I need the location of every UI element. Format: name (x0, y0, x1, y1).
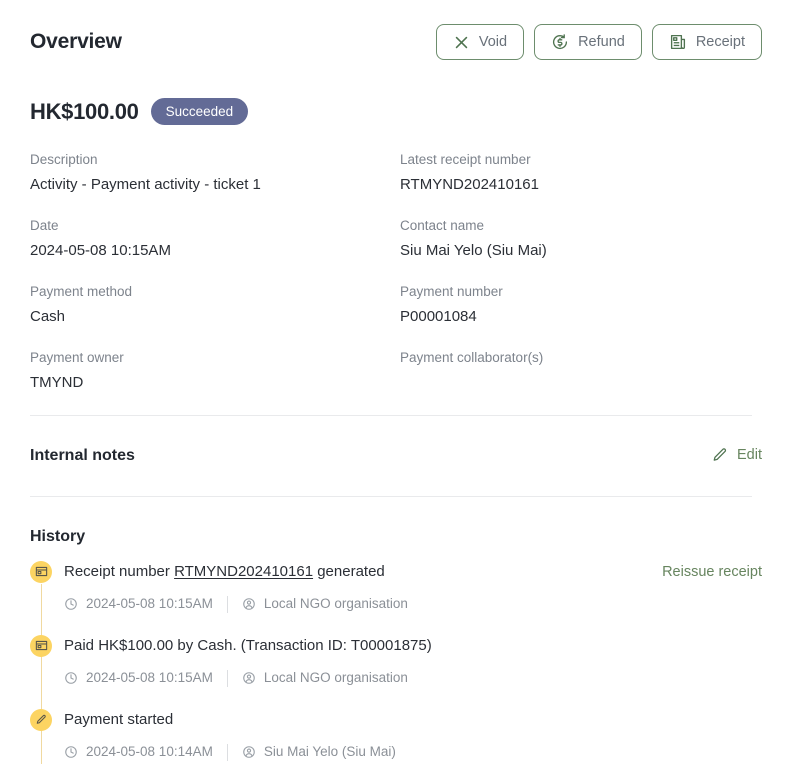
field-label: Payment method (30, 283, 133, 299)
field-payment-number: Payment number P00001084 (400, 283, 762, 349)
receipt-card-icon (30, 634, 52, 657)
history-event-actor: Local NGO organisation (242, 671, 408, 685)
status-badge: Succeeded (150, 98, 249, 125)
internal-notes-section: Internal notes Edit (30, 416, 762, 496)
page-title: Overview (30, 30, 122, 53)
field-value (400, 372, 762, 393)
field-label: Description (30, 152, 98, 167)
person-circle-icon (242, 671, 256, 685)
history-event-timestamp-text: 2024-05-08 10:14AM (86, 744, 213, 760)
field-value: P00001084 (400, 307, 477, 325)
receipt-button[interactable]: Receipt (651, 24, 762, 60)
history-event-meta: 2024-05-08 10:15AM Local NGO organisatio… (64, 669, 762, 708)
history-event-actor: Siu Mai Yelo (Siu Mai) (242, 745, 396, 759)
history-event-timestamp: 2024-05-08 10:15AM (64, 597, 213, 611)
void-button-label: Void (478, 33, 508, 50)
meta-separator (226, 743, 228, 761)
clock-icon (64, 745, 78, 759)
history-event-actor-text: Local NGO organisation (263, 596, 408, 612)
field-value: 2024-05-08 10:15AM (30, 241, 171, 259)
page-header: Overview Void Refund Receipt (30, 0, 762, 60)
history-event-actor-text: Local NGO organisation (263, 670, 408, 686)
refund-dollar-circle-icon (551, 33, 569, 51)
field-label: Payment number (400, 283, 503, 299)
history-event-head: Payment started (64, 708, 762, 732)
field-value: Activity - Payment activity - ticket 1 (30, 175, 261, 193)
field-description: Description Activity - Payment activity … (30, 151, 400, 217)
field-latest-receipt-number: Latest receipt number RTMYND202410161 (400, 151, 762, 217)
receipt-document-icon (669, 33, 687, 51)
field-payment-method: Payment method Cash (30, 283, 400, 349)
close-x-icon (453, 34, 470, 51)
history-event: Paid HK$100.00 by Cash. (Transaction ID:… (30, 634, 762, 708)
payment-details-grid: Description Activity - Payment activity … (30, 151, 762, 415)
pencil-icon (711, 447, 728, 464)
person-circle-icon (242, 745, 256, 759)
field-value: Cash (30, 307, 66, 325)
history-event-timestamp: 2024-05-08 10:14AM (64, 745, 213, 759)
meta-separator (226, 669, 228, 687)
history-event-actor: Local NGO organisation (242, 597, 408, 611)
history-event-timestamp-text: 2024-05-08 10:15AM (86, 596, 213, 612)
history-event: Payment started 2024-05-08 10:14AM Siu M… (30, 708, 762, 782)
field-label: Date (30, 217, 59, 233)
field-date: Date 2024-05-08 10:15AM (30, 217, 400, 283)
field-payment-owner: Payment owner TMYND (30, 349, 400, 415)
history-title: History (30, 527, 86, 545)
field-label: Payment owner (30, 349, 124, 365)
history-event-actor-text: Siu Mai Yelo (Siu Mai) (263, 744, 396, 760)
payment-detail-page: Overview Void Refund Receipt HK$100.00 S… (0, 0, 792, 776)
edit-internal-notes-label: Edit (737, 447, 762, 464)
internal-notes-title: Internal notes (30, 446, 135, 464)
field-label: Payment collaborator(s) (400, 349, 544, 365)
receipt-button-label: Receipt (695, 33, 745, 50)
history-event-timestamp: 2024-05-08 10:15AM (64, 671, 213, 685)
reissue-receipt-button[interactable]: Reissue receipt (662, 564, 762, 580)
history-event-text-after: generated (313, 562, 385, 580)
history-event-meta: 2024-05-08 10:15AM Local NGO organisatio… (64, 595, 762, 634)
clock-icon (64, 671, 78, 685)
person-circle-icon (242, 597, 256, 611)
refund-button[interactable]: Refund (534, 24, 642, 60)
history-event-text: Receipt number RTMYND202410161 generated (64, 561, 385, 583)
history-event-text-before: Receipt number (64, 562, 175, 580)
history-event-timestamp-text: 2024-05-08 10:15AM (86, 670, 213, 686)
receipt-number-link[interactable]: RTMYND202410161 (174, 563, 313, 580)
history-event-head: Receipt number RTMYND202410161 generated… (64, 560, 762, 584)
clock-icon (64, 597, 78, 611)
history-event-text: Paid HK$100.00 by Cash. (Transaction ID:… (64, 636, 432, 654)
history-timeline: Receipt number RTMYND202410161 generated… (30, 560, 762, 782)
field-label: Latest receipt number (400, 152, 531, 167)
history-event-head: Paid HK$100.00 by Cash. (Transaction ID:… (64, 634, 762, 658)
edit-internal-notes-button[interactable]: Edit (711, 447, 762, 464)
payment-amount: HK$100.00 (30, 98, 139, 124)
meta-separator (226, 595, 228, 613)
amount-summary-row: HK$100.00 Succeeded (30, 98, 762, 125)
header-action-group: Void Refund Receipt (435, 24, 762, 60)
history-event: Receipt number RTMYND202410161 generated… (30, 560, 762, 634)
refund-button-label: Refund (578, 33, 625, 50)
history-event-text: Payment started (64, 710, 174, 728)
receipt-card-icon (30, 560, 52, 583)
field-contact-name: Contact name Siu Mai Yelo (Siu Mai) (400, 217, 762, 283)
void-button[interactable]: Void (435, 24, 525, 60)
field-label: Contact name (400, 217, 485, 233)
field-value: Siu Mai Yelo (Siu Mai) (400, 241, 547, 259)
field-payment-collaborators: Payment collaborator(s) (400, 349, 762, 415)
history-section: History Receipt number RTMYND202410161 g… (30, 497, 762, 782)
field-value: RTMYND202410161 (400, 175, 539, 193)
pencil-icon (30, 708, 52, 731)
field-value: TMYND (30, 373, 84, 391)
